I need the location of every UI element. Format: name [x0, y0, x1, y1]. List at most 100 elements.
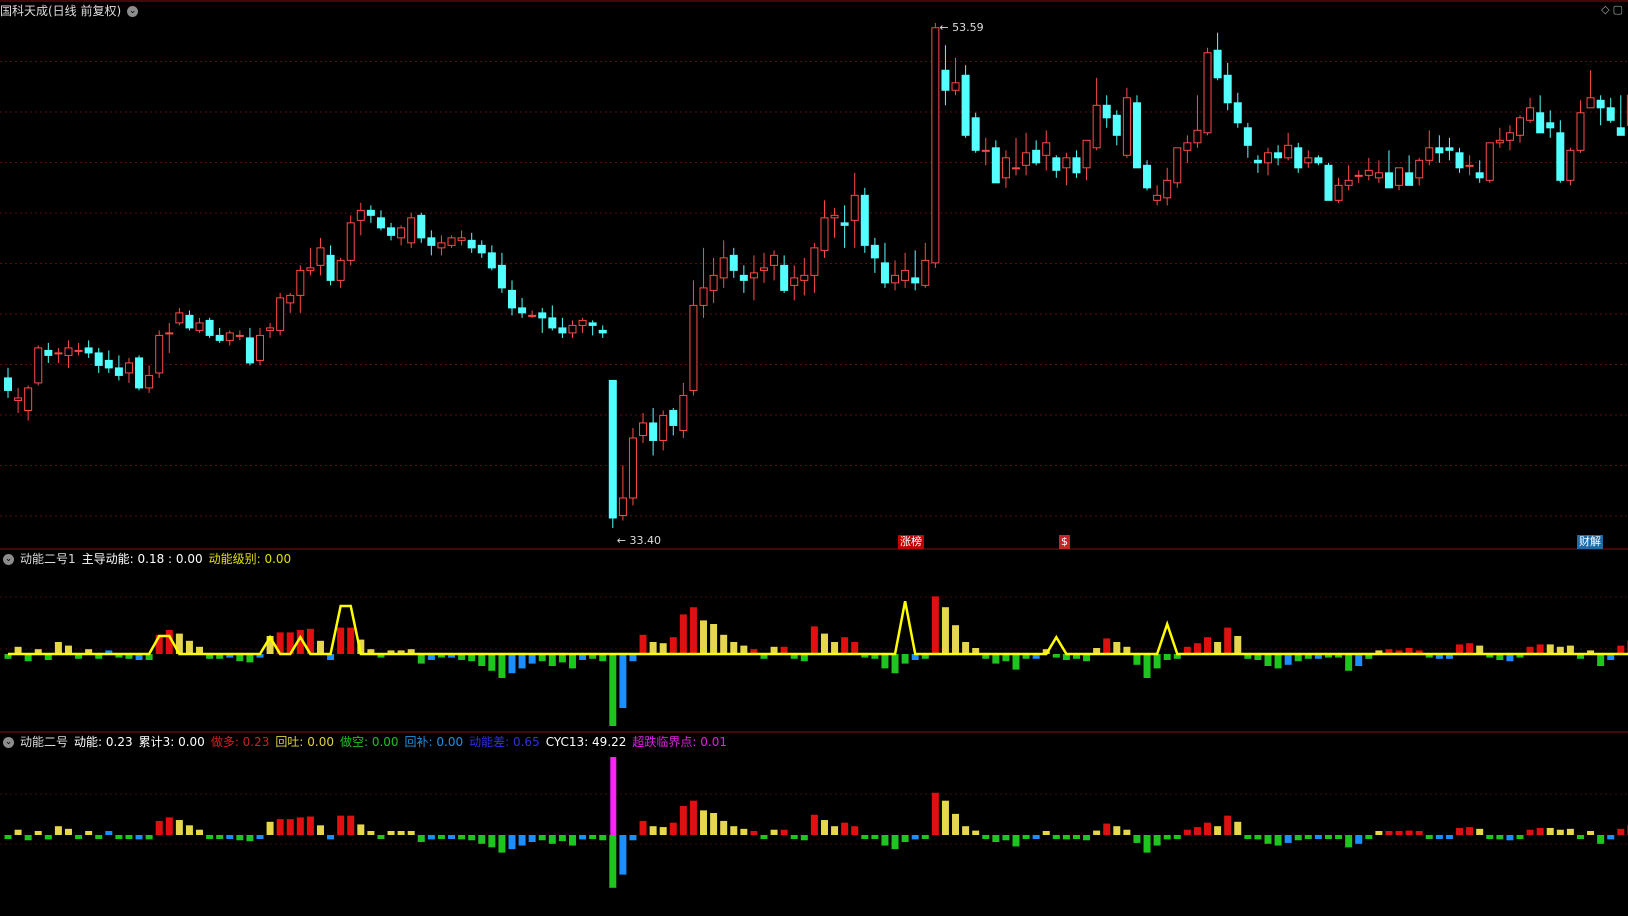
candle[interactable] [165, 322, 174, 353]
candle[interactable] [1516, 115, 1524, 143]
candle[interactable] [1052, 155, 1061, 178]
candle[interactable] [739, 265, 748, 293]
candle[interactable] [467, 232, 476, 253]
candle[interactable] [508, 280, 516, 316]
candle[interactable] [951, 57, 960, 96]
candle[interactable] [457, 230, 466, 246]
candle[interactable] [74, 342, 83, 356]
candle[interactable] [760, 252, 768, 283]
candle[interactable] [941, 45, 950, 106]
candle[interactable] [1354, 170, 1363, 183]
candle[interactable] [1415, 157, 1424, 186]
candle[interactable] [14, 387, 23, 413]
candle[interactable] [528, 310, 537, 318]
candle[interactable] [447, 235, 456, 248]
candle[interactable] [84, 340, 93, 358]
chart-canvas[interactable]: ← 53.59 ← 33.40 [0, 0, 1628, 916]
candle[interactable] [94, 347, 103, 373]
candle[interactable] [1526, 97, 1535, 123]
badge-zhangbang[interactable]: 涨榜 [898, 535, 924, 549]
candle[interactable] [427, 230, 436, 256]
candle[interactable] [709, 257, 718, 303]
candle[interactable] [1566, 147, 1575, 186]
candle[interactable] [1112, 110, 1121, 146]
candle[interactable] [145, 365, 154, 393]
candle[interactable] [1143, 160, 1152, 191]
candle[interactable] [1495, 127, 1504, 148]
candlestick-series[interactable] [4, 23, 1628, 528]
candle[interactable] [628, 427, 637, 506]
candle[interactable] [175, 307, 184, 326]
candle[interactable] [770, 250, 779, 281]
candle[interactable] [1032, 140, 1041, 166]
candle[interactable] [306, 247, 315, 276]
candle[interactable] [880, 242, 889, 288]
chevron-down-icon[interactable]: ⌄ [3, 736, 14, 748]
candle[interactable] [407, 212, 416, 248]
candle[interactable] [1505, 125, 1514, 151]
candle[interactable] [538, 307, 547, 333]
candle[interactable] [1304, 150, 1313, 168]
candle[interactable] [104, 350, 113, 373]
candle[interactable] [931, 23, 940, 268]
candle[interactable] [316, 237, 325, 276]
candle[interactable] [64, 340, 73, 368]
candle[interactable] [1163, 167, 1172, 206]
panel-controls[interactable]: ◇▢ [1601, 3, 1626, 16]
candle[interactable] [34, 345, 43, 386]
candle[interactable] [790, 265, 799, 301]
candle[interactable] [1253, 155, 1262, 173]
candle[interactable] [1475, 160, 1484, 183]
candle[interactable] [961, 65, 970, 138]
candle[interactable] [1042, 130, 1051, 171]
candle[interactable] [1102, 95, 1111, 128]
candle[interactable] [225, 330, 234, 346]
candle[interactable] [548, 305, 557, 331]
candle[interactable] [820, 200, 829, 258]
candle[interactable] [639, 412, 648, 443]
candle[interactable] [276, 292, 285, 336]
candle[interactable] [437, 235, 446, 256]
candle[interactable] [1243, 122, 1252, 158]
candle[interactable] [114, 355, 123, 381]
candle[interactable] [618, 465, 627, 521]
candle[interactable] [1445, 137, 1454, 161]
candle[interactable] [911, 250, 920, 291]
candle[interactable] [1122, 87, 1131, 158]
candle[interactable] [568, 320, 577, 338]
candle[interactable] [256, 327, 264, 366]
candle[interactable] [1062, 152, 1071, 186]
candle[interactable] [1153, 185, 1162, 206]
candle[interactable] [1586, 70, 1595, 109]
candle[interactable] [518, 297, 527, 318]
candle[interactable] [1314, 155, 1323, 166]
candle[interactable] [719, 240, 728, 288]
candle[interactable] [1485, 142, 1494, 183]
candle[interactable] [44, 342, 53, 363]
candle[interactable] [1395, 167, 1404, 191]
diamond-icon[interactable]: ◇ [1601, 3, 1612, 16]
candle[interactable] [921, 242, 930, 288]
candle[interactable] [850, 172, 859, 248]
candle[interactable] [205, 317, 214, 338]
candle[interactable] [1374, 160, 1383, 183]
candle[interactable] [366, 205, 375, 223]
candle[interactable] [1596, 95, 1605, 126]
candle[interactable] [1082, 139, 1091, 181]
candle[interactable] [54, 347, 63, 363]
chevron-down-icon[interactable]: ⌄ [3, 553, 14, 565]
candle[interactable] [1193, 95, 1202, 148]
candle[interactable] [1132, 95, 1141, 169]
candle[interactable] [497, 252, 506, 293]
candle[interactable] [4, 367, 12, 398]
candle[interactable] [679, 382, 688, 438]
candle[interactable] [991, 140, 1000, 184]
candle[interactable] [1173, 147, 1182, 188]
candle[interactable] [1294, 142, 1303, 173]
candle[interactable] [477, 240, 486, 258]
candle[interactable] [981, 137, 990, 166]
candle[interactable] [840, 205, 849, 248]
candle[interactable] [1233, 92, 1242, 128]
candle[interactable] [346, 215, 355, 266]
candle[interactable] [870, 237, 879, 273]
